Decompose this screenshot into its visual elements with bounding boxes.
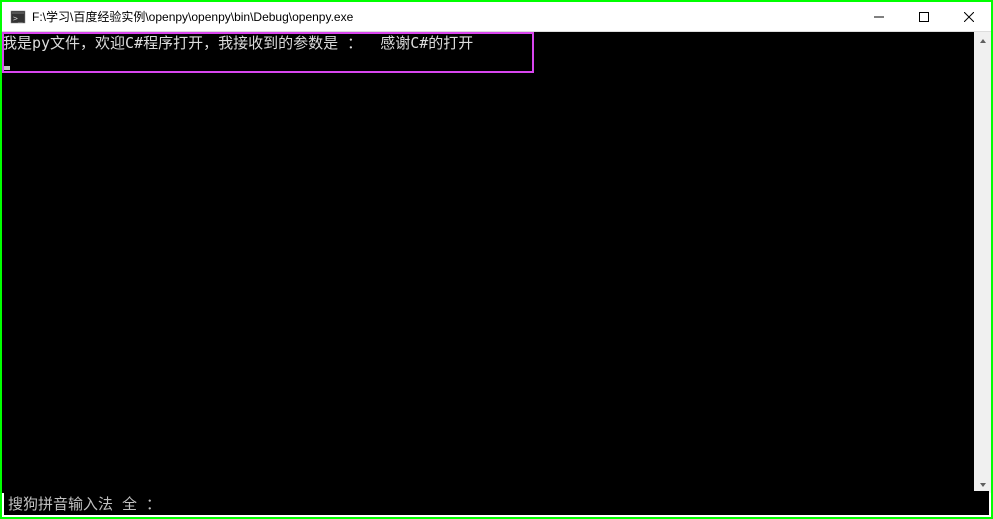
console-area[interactable]: 我是py文件，欢迎C#程序打开，我接收到的参数是 ： 感谢C#的打开 [2,32,991,493]
ime-status-text: 搜狗拼音输入法 全 ： [8,493,161,514]
console-app-icon: >_ [10,9,26,25]
svg-text:>_: >_ [13,14,23,23]
vertical-scrollbar[interactable] [974,32,991,493]
title-left: >_ F:\学习\百度经验实例\openpy\openpy\bin\Debug\… [2,8,353,25]
console-output-line: 我是py文件，欢迎C#程序打开，我接收到的参数是 ： 感谢C#的打开 [2,32,991,52]
console-cursor [2,52,991,74]
window-frame: >_ F:\学习\百度经验实例\openpy\openpy\bin\Debug\… [0,0,993,519]
scroll-up-button[interactable] [974,32,991,49]
title-bar[interactable]: >_ F:\学习\百度经验实例\openpy\openpy\bin\Debug\… [2,2,991,32]
minimize-button[interactable] [856,2,901,31]
close-button[interactable] [946,2,991,31]
maximize-button[interactable] [901,2,946,31]
window-controls [856,2,991,31]
ime-status-bar: 搜狗拼音输入法 全 ： [4,491,989,515]
window-title: F:\学习\百度经验实例\openpy\openpy\bin\Debug\ope… [32,8,353,25]
scroll-track[interactable] [974,49,991,476]
